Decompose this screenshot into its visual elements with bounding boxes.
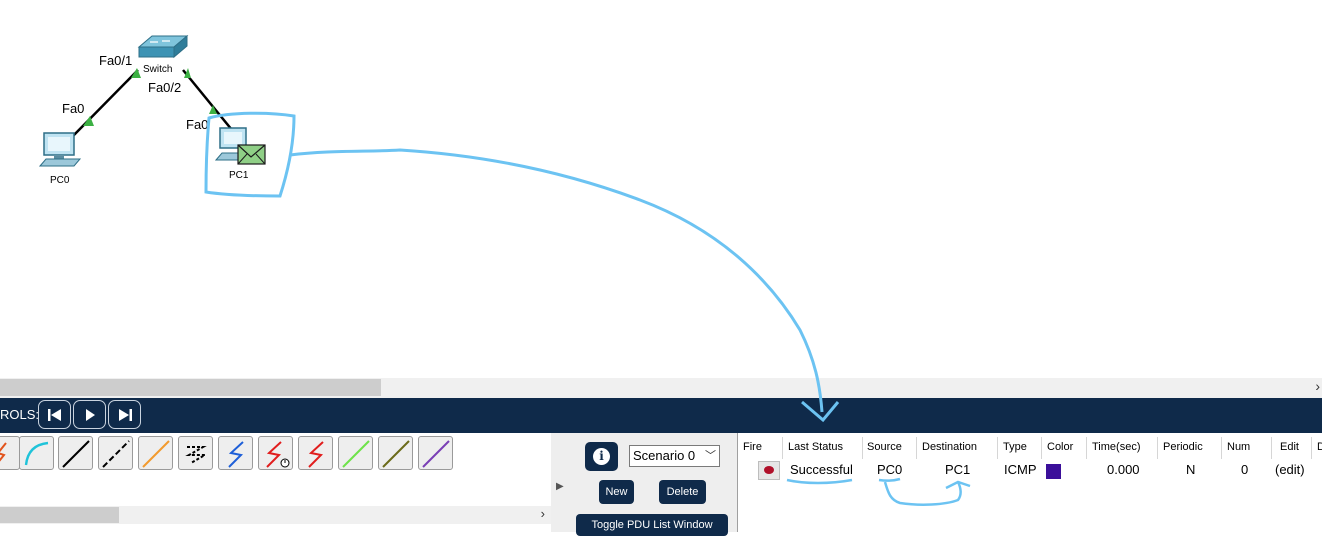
serial-dte-cable-button[interactable] [298,436,333,470]
row-edit-link[interactable]: (edit) [1275,462,1305,477]
crossover-cable-button[interactable] [98,436,133,470]
simulation-toolbar: ROLS: [0,398,1322,433]
port-label-pc0-fa0: Fa0 [62,101,85,116]
step-forward-button[interactable] [108,400,141,429]
connections-scrollbar-thumb[interactable] [0,507,119,523]
iot-cable-icon [382,440,410,468]
header-source: Source [867,441,902,453]
coaxial-cable-icon [228,441,244,468]
phone-cable-button[interactable] [178,436,213,470]
header-delete: D [1317,441,1322,453]
pc0-label[interactable]: PC0 [50,175,69,186]
workspace-horizontal-scrollbar[interactable]: › [0,378,1322,398]
console-cable-button[interactable] [0,436,20,470]
port-label-pc1-fa0: Fa0 [186,117,209,132]
header-edit: Edit [1280,441,1299,453]
row-last-status: Successful [790,462,853,477]
header-num: Num [1227,441,1251,453]
topology-canvas [38,34,266,167]
auto-cable-button[interactable] [19,436,54,470]
fiber-cable-icon [142,440,170,468]
octal-cable-icon [342,440,370,468]
header-last-status: Last Status [788,441,844,453]
serial-dce-cable-button[interactable] [258,436,293,470]
pc0-icon [38,132,82,167]
logical-workspace[interactable]: Fa0/1 Fa0/2 Fa0 Fa0 Switch PC0 PC1 [0,0,1322,378]
connections-scroll-right-icon[interactable]: › [541,506,545,521]
iot-cable-button[interactable] [378,436,413,470]
step-forward-icon [118,408,132,421]
fire-icon [764,466,774,474]
row-type: ICMP [1004,462,1037,477]
play-icon [85,408,95,421]
header-fire: Fire [743,441,762,453]
step-back-icon [47,408,61,421]
switch-label[interactable]: Switch [143,64,172,75]
panel-splitter[interactable]: ▶ [551,433,569,532]
straight-through-cable-icon [62,440,90,468]
row-num: 0 [1241,462,1249,477]
play-button[interactable] [73,400,106,429]
fiber-cable-button[interactable] [138,436,173,470]
row-color-swatch [1046,464,1061,479]
header-periodic: Periodic [1163,441,1203,453]
scroll-right-icon[interactable]: › [1315,378,1320,394]
toggle-pdu-list-button[interactable]: Toggle PDU List Window [576,514,728,536]
connections-scrollbar[interactable]: › [0,506,551,524]
scrollbar-thumb[interactable] [0,379,381,396]
serial-dte-cable-icon [308,441,324,468]
octal-cable-button[interactable] [338,436,373,470]
phone-cable-icon [185,446,209,464]
chevron-down-icon: ﹀ [705,450,716,462]
scenario-selected-value: Scenario 0 [633,448,696,463]
port-label-sw-fa01: Fa0/1 [99,53,133,68]
delete-scenario-button[interactable]: Delete [659,480,706,504]
pc1-label[interactable]: PC1 [229,170,248,181]
scenario-select[interactable]: Scenario 0 ﹀ [629,445,720,467]
crossover-cable-icon [102,440,130,468]
scenario-info-button[interactable]: i [585,442,618,471]
scenario-panel: i Scenario 0 ﹀ New Delete Toggle PDU Lis… [569,433,737,536]
row-time: 0.000 [1107,462,1140,477]
pdu-envelope-icon [237,144,266,165]
step-back-button[interactable] [38,400,71,429]
usb-cable-icon [422,440,450,468]
port-label-sw-fa02: Fa0/2 [148,80,182,95]
fire-button[interactable] [758,461,780,480]
header-type: Type [1003,441,1027,453]
play-controls-label: ROLS: [0,407,40,422]
link-light-sw-fa01 [131,68,141,78]
switch-icon [137,34,189,59]
auto-cable-icon [24,441,49,466]
new-scenario-button[interactable]: New [599,480,634,504]
serial-dce-cable-icon [266,441,290,468]
console-cable-icon [0,442,7,462]
header-destination: Destination [922,441,978,453]
header-color: Color [1047,441,1074,453]
straight-through-cable-button[interactable] [58,436,93,470]
row-source: PC0 [877,462,903,477]
pdu-list-table: Fire Last Status Source Destination Type… [737,433,1322,532]
info-icon: i [593,448,610,465]
usb-cable-button[interactable] [418,436,453,470]
row-periodic: N [1186,462,1196,477]
row-destination: PC1 [945,462,971,477]
expand-panel-icon[interactable]: ▶ [556,481,564,492]
header-time: Time(sec) [1092,441,1141,453]
coaxial-cable-button[interactable] [218,436,253,470]
connections-panel: › [0,433,552,532]
